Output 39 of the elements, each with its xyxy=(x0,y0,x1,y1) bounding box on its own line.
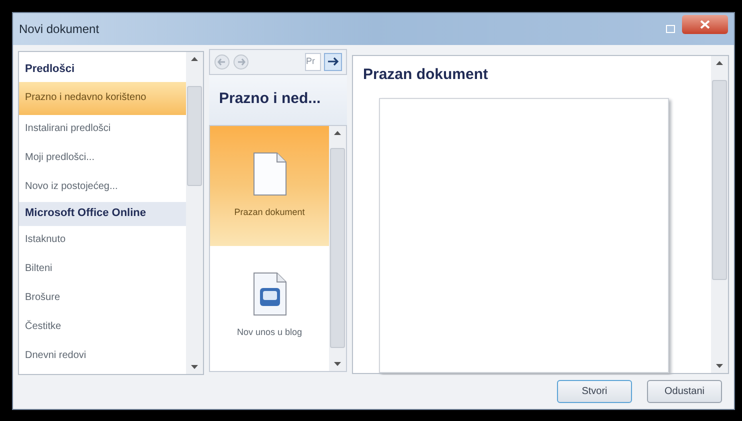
category-item[interactable]: Novo iz postojećeg... xyxy=(19,172,186,202)
scrollbar[interactable] xyxy=(711,56,728,373)
category-header: Microsoft Office Online xyxy=(19,202,186,226)
template-label: Prazan dokument xyxy=(234,206,305,219)
scroll-down-icon[interactable] xyxy=(191,364,198,369)
template-label: Nov unos u blog xyxy=(236,326,302,339)
scroll-up-icon[interactable] xyxy=(716,60,723,65)
category-item[interactable]: Čestitke xyxy=(19,312,186,342)
window-title: Novi dokument xyxy=(19,20,100,38)
category-item[interactable]: Dnevni redovi xyxy=(19,342,186,371)
category-item[interactable]: Prazno i nedavno korišteno xyxy=(19,82,186,115)
category-item[interactable]: Moji predlošci... xyxy=(19,144,186,173)
arrow-right-icon xyxy=(328,57,338,66)
template-tile[interactable]: Prazan dokument xyxy=(210,126,329,246)
category-item[interactable]: Bilteni xyxy=(19,254,186,284)
blank-document-icon xyxy=(252,152,286,196)
close-icon xyxy=(700,20,710,30)
scroll-thumb[interactable] xyxy=(712,80,727,280)
maximize-icon xyxy=(666,24,674,33)
scrollbar[interactable] xyxy=(186,52,203,374)
scrollbar[interactable] xyxy=(329,126,346,371)
search-go-button[interactable] xyxy=(324,52,342,71)
scroll-up-icon[interactable] xyxy=(191,56,198,61)
section-heading: Prazno i ned... xyxy=(219,89,321,110)
scroll-down-icon[interactable] xyxy=(716,364,723,368)
category-item[interactable]: Instalirani predlošci xyxy=(19,114,186,144)
search-field[interactable]: Pr xyxy=(305,52,321,71)
scroll-thumb[interactable] xyxy=(330,148,345,348)
close-button[interactable] xyxy=(682,15,728,34)
scroll-up-icon[interactable] xyxy=(334,130,341,135)
scroll-thumb[interactable] xyxy=(187,86,202,186)
category-item[interactable]: Istaknuto xyxy=(19,226,186,255)
blog-post-icon xyxy=(252,272,286,316)
dialog-button[interactable]: Odustani xyxy=(647,380,722,404)
category-item[interactable]: Brošure xyxy=(19,284,186,313)
dialog-button[interactable]: Stvori xyxy=(557,380,632,404)
scroll-down-icon[interactable] xyxy=(334,362,341,366)
preview-title: Prazan dokument xyxy=(363,64,490,85)
category-header: Predlošci xyxy=(24,62,76,78)
